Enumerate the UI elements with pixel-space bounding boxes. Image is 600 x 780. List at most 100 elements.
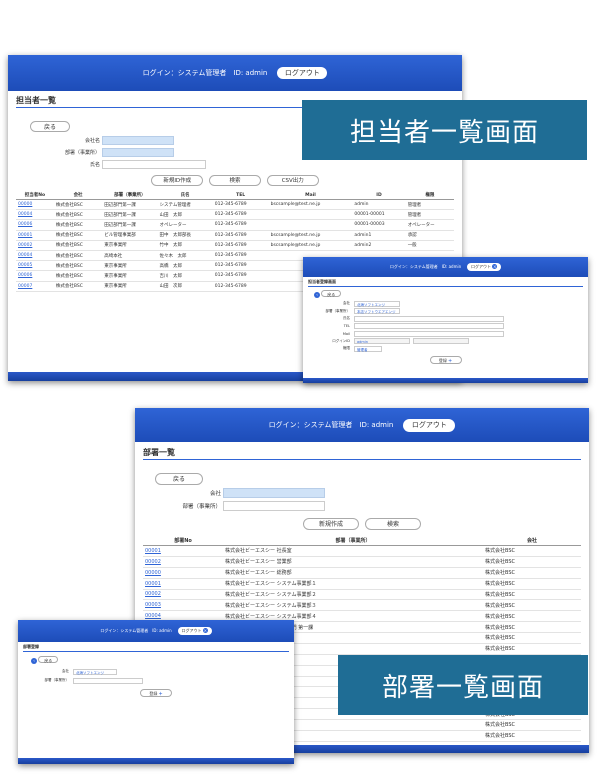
table-cell: 株式会社BSC bbox=[483, 730, 581, 742]
staff-no-link[interactable]: 00007 bbox=[16, 281, 54, 292]
table-cell: 00001-00003 bbox=[352, 219, 406, 231]
table-row[interactable]: 00002 株式会社ビーエスシー 営業部 株式会社BSC bbox=[143, 556, 581, 568]
select-field[interactable]: 北海ソフトエンジ bbox=[354, 300, 400, 307]
select-field[interactable]: 北海ソフトエンジ bbox=[73, 668, 117, 675]
staff-no-link[interactable]: 00006 bbox=[16, 270, 54, 282]
department-no-link[interactable]: 00003 bbox=[143, 599, 223, 612]
department-no-link[interactable]: 00001 bbox=[143, 578, 223, 590]
table-cell: 012-345-6789 bbox=[212, 281, 269, 292]
logout-label: ログアウト bbox=[181, 628, 202, 633]
table-cell: 株式会社ビーエスシー システム事業部３ bbox=[223, 599, 483, 612]
department-no-link[interactable]: 00001 bbox=[143, 545, 223, 557]
table-row[interactable]: 00000 株式会社BSC 田辺部門第一課 システム管理者 012-345-6789 bs… bbox=[16, 199, 454, 211]
department-field[interactable] bbox=[101, 148, 174, 157]
company-field[interactable] bbox=[222, 488, 325, 498]
table-header: 氏名 bbox=[157, 191, 213, 200]
staff-no-link[interactable]: 00000 bbox=[16, 199, 54, 211]
form-label: 会社 bbox=[343, 301, 350, 306]
form-label: ログインID bbox=[332, 338, 350, 343]
table-row[interactable]: 00001 株式会社BSC ビル管理事業部 田中 太郎部長 012-345-6789 bs… bbox=[16, 230, 454, 241]
logout-button[interactable]: ログアウト × bbox=[177, 627, 212, 635]
text-field[interactable] bbox=[73, 677, 143, 684]
table-cell: 株式会社BSC bbox=[53, 281, 103, 292]
table-header: Mail bbox=[268, 191, 353, 200]
table-cell: 株式会社BSC bbox=[53, 230, 103, 241]
department-no-link[interactable]: 00002 bbox=[143, 589, 223, 601]
table-cell: bscsample@test.ne.jp bbox=[268, 240, 353, 251]
table-cell: 株式会社ビーエスシー システム事業部１ bbox=[223, 578, 483, 590]
form-row: 会社 北海ソフトエンジ bbox=[308, 300, 583, 308]
create-button[interactable]: 新規作成 bbox=[303, 518, 360, 530]
staff-no-link[interactable]: 00001 bbox=[16, 230, 54, 241]
select-field[interactable]: 本店ソフトウエアエンジ bbox=[354, 308, 400, 315]
text-field[interactable]: admin bbox=[354, 338, 410, 345]
table-row[interactable]: 00002 株式会社ビーエスシー システム事業部２ 株式会社BSC bbox=[143, 589, 581, 601]
csv-export-button[interactable]: CSV出力 bbox=[266, 175, 319, 186]
table-cell: 株式会社BSC bbox=[483, 599, 581, 612]
back-arrow-icon[interactable]: ‹ bbox=[314, 292, 320, 298]
back-button[interactable]: 戻る bbox=[321, 290, 342, 297]
form-label: 氏名 bbox=[343, 316, 350, 321]
table-header: 権限 bbox=[405, 191, 454, 200]
table-cell: 012-345-6789 bbox=[212, 199, 269, 211]
submit-button[interactable]: 登録 ＋ bbox=[140, 689, 172, 697]
table-row[interactable]: 00000 株式会社ビーエスシー 総務部 株式会社BSC bbox=[143, 567, 581, 579]
form-row: 権限 管理者 bbox=[308, 345, 583, 353]
form-row: TEL bbox=[308, 323, 583, 331]
back-button[interactable]: 戻る bbox=[38, 656, 59, 663]
submit-label: 登録 bbox=[438, 357, 447, 363]
department-no-link[interactable]: 00000 bbox=[143, 567, 223, 579]
form-label: 部署（事業所） bbox=[44, 678, 70, 682]
table-cell: 株式会社BSC bbox=[483, 556, 581, 568]
table-row[interactable]: 00001 株式会社ビーエスシー 社長室 株式会社BSC bbox=[143, 545, 581, 557]
table-cell: 012-345-6789 bbox=[212, 240, 269, 251]
search-button[interactable]: 検索 bbox=[364, 518, 421, 530]
table-row[interactable]: 00002 株式会社BSC 東京事業所 竹中 太郎 012-345-6789 bscsam… bbox=[16, 240, 454, 251]
table-header: ID bbox=[352, 191, 406, 200]
staff-no-link[interactable]: 00005 bbox=[16, 260, 54, 272]
table-cell bbox=[268, 219, 353, 231]
table-cell: 株式会社BSC bbox=[483, 578, 581, 590]
login-info: ログイン：システム管理者 ID: admin bbox=[389, 264, 462, 269]
table-cell: 株式会社BSC bbox=[483, 719, 581, 731]
staff-no-link[interactable]: 00002 bbox=[16, 240, 54, 251]
back-button[interactable]: 戻る bbox=[30, 121, 70, 132]
table-cell: admin1 bbox=[352, 230, 406, 241]
company-label: 会社名 bbox=[84, 138, 100, 144]
table-header: TEL bbox=[212, 191, 269, 200]
text-field[interactable] bbox=[354, 315, 504, 322]
text-field[interactable] bbox=[354, 330, 504, 337]
table-cell: ビル管理事業部 bbox=[102, 230, 158, 241]
department-label: 部署（事業所） bbox=[182, 503, 221, 510]
back-button[interactable]: 戻る bbox=[155, 473, 203, 485]
logout-button[interactable]: ログアウト × bbox=[467, 263, 502, 271]
submit-button[interactable]: 登録 ＋ bbox=[429, 355, 462, 364]
table-row[interactable]: 00001 株式会社ビーエスシー システム事業部１ 株式会社BSC bbox=[143, 578, 581, 590]
company-field[interactable] bbox=[101, 136, 174, 145]
table-cell: 田中 太郎部長 bbox=[157, 230, 213, 241]
logout-button[interactable]: ログアウト bbox=[277, 67, 328, 79]
table-row[interactable]: 00006 株式会社BSC 田辺部門第一課 オペレーター 012-345-6789 000… bbox=[16, 219, 454, 231]
header-bar: ログイン：システム管理者 ID: admin ログアウト bbox=[8, 55, 462, 91]
form-label: 部署（事業所） bbox=[325, 308, 351, 313]
table-cell: 株式会社BSC bbox=[483, 632, 581, 644]
search-button[interactable]: 検索 bbox=[209, 175, 261, 186]
department-no-link[interactable]: 00002 bbox=[143, 556, 223, 568]
table-cell: システム管理者 bbox=[157, 199, 213, 211]
table-cell: 株式会社BSC bbox=[483, 567, 581, 579]
form-label: TEL bbox=[343, 324, 350, 329]
table-cell: オペレーター bbox=[405, 219, 454, 231]
create-id-button[interactable]: 新規ID作成 bbox=[151, 175, 204, 186]
name-field[interactable] bbox=[101, 160, 206, 169]
table-row[interactable]: 00004 株式会社BSC 田辺部門第一課 山田 太郎 012-345-6789 0000… bbox=[16, 209, 454, 221]
staff-no-link[interactable]: 00004 bbox=[16, 250, 54, 262]
staff-no-link[interactable]: 00004 bbox=[16, 209, 54, 221]
back-arrow-icon[interactable]: ‹ bbox=[31, 658, 37, 664]
table-row[interactable]: 00003 株式会社ビーエスシー システム事業部３ 株式会社BSC bbox=[143, 599, 581, 612]
logout-button[interactable]: ログアウト bbox=[403, 418, 456, 432]
text-field[interactable] bbox=[354, 323, 504, 330]
staff-no-link[interactable]: 00006 bbox=[16, 219, 54, 231]
text-field[interactable] bbox=[413, 338, 469, 345]
department-field[interactable] bbox=[222, 501, 325, 511]
select-field[interactable]: 管理者 bbox=[354, 345, 382, 352]
